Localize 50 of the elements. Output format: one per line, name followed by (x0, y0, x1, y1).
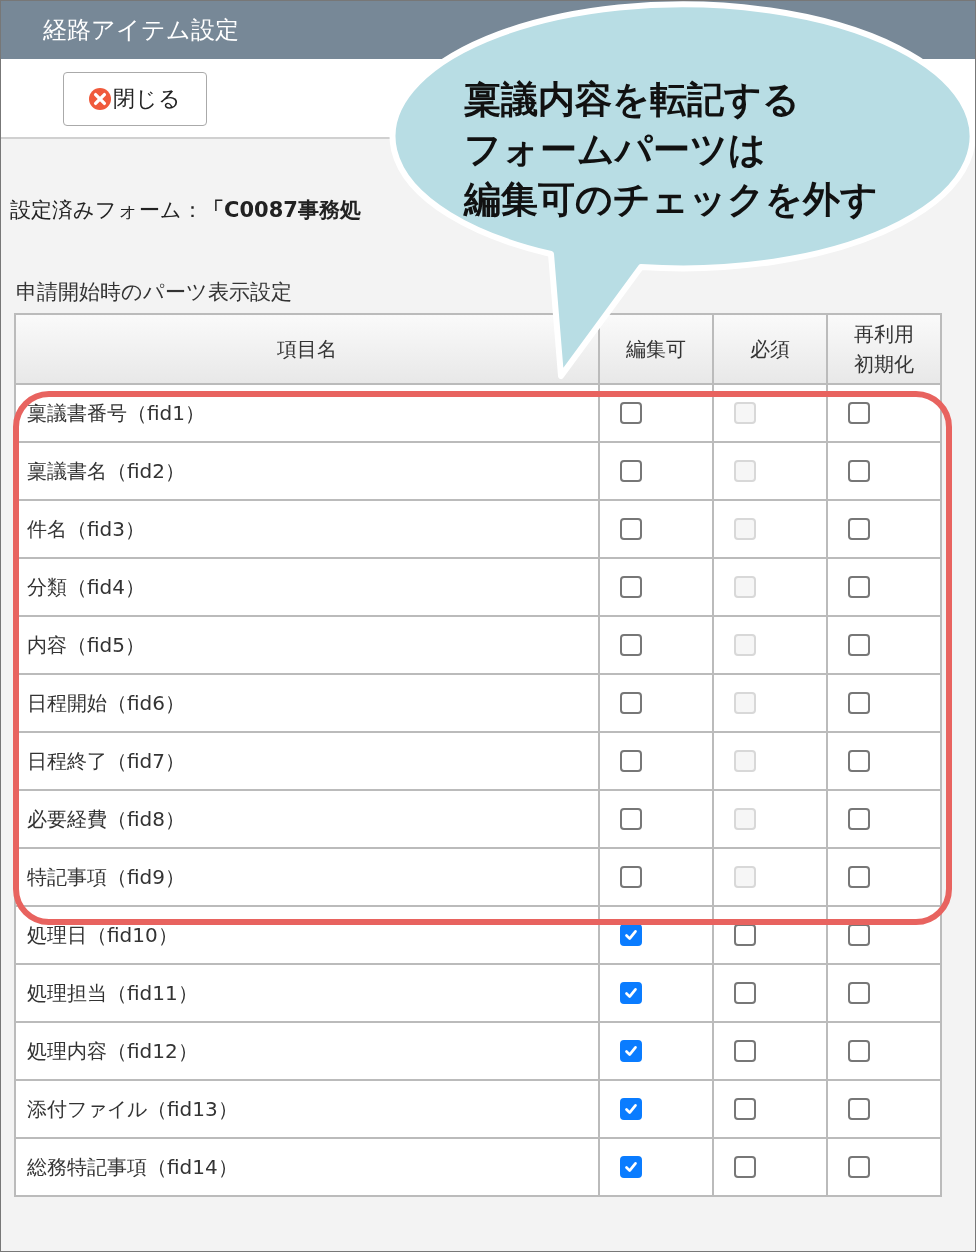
checkbox[interactable] (620, 808, 642, 830)
close-icon (89, 88, 111, 110)
table-cell: 処理担当（fid11） (15, 964, 599, 1022)
checkbox[interactable] (848, 402, 870, 424)
checkbox[interactable] (848, 576, 870, 598)
column-header: 編集可 (599, 314, 713, 384)
column-header: 項目名 (15, 314, 599, 384)
checkbox[interactable] (848, 518, 870, 540)
checkbox[interactable] (620, 1040, 642, 1062)
checkbox[interactable] (848, 460, 870, 482)
checkbox[interactable] (734, 1040, 756, 1062)
checkbox[interactable] (620, 924, 642, 946)
table-cell: 処理内容（fid12） (15, 1022, 599, 1080)
checkbox[interactable] (734, 1098, 756, 1120)
form-label: 設定済みフォーム：「C0087事務処 (10, 197, 361, 224)
checkbox[interactable] (620, 518, 642, 540)
window-title: 経路アイテム設定 (43, 15, 239, 46)
checkbox[interactable] (734, 982, 756, 1004)
checkbox[interactable] (620, 634, 642, 656)
table-cell: 処理日（fid10） (15, 906, 599, 964)
callout-text: 稟議内容を転記する フォームパーツは 編集可のチェックを外す (464, 77, 878, 223)
checkbox[interactable] (620, 460, 642, 482)
checkbox[interactable] (848, 924, 870, 946)
checkbox[interactable] (620, 1098, 642, 1120)
checkbox[interactable] (848, 634, 870, 656)
table-cell: 特記事項（fid9） (15, 848, 599, 906)
checkbox[interactable] (848, 692, 870, 714)
checkbox[interactable] (620, 576, 642, 598)
checkbox[interactable] (848, 866, 870, 888)
checkbox[interactable] (620, 692, 642, 714)
checkbox[interactable] (848, 1156, 870, 1178)
checkbox[interactable] (848, 1040, 870, 1062)
checkbox[interactable] (848, 1098, 870, 1120)
checkbox[interactable] (848, 750, 870, 772)
checkbox[interactable] (848, 808, 870, 830)
column-header: 再利用初期化 (827, 314, 941, 384)
checkbox[interactable] (620, 1156, 642, 1178)
close-button[interactable]: 閉じる (63, 72, 207, 126)
table-cell: 添付ファイル（fid13） (15, 1080, 599, 1138)
table-cell: 稟議書番号（fid1） (15, 384, 599, 442)
checkbox[interactable] (848, 982, 870, 1004)
checkbox[interactable] (620, 402, 642, 424)
checkbox[interactable] (734, 1156, 756, 1178)
table-cell: 総務特記事項（fid14） (15, 1138, 599, 1196)
column-header: 必須 (713, 314, 827, 384)
section-title: 申請開始時のパーツ表示設定 (16, 279, 293, 306)
checkbox[interactable] (734, 924, 756, 946)
checkbox[interactable] (620, 982, 642, 1004)
checkbox[interactable] (620, 750, 642, 772)
checkbox[interactable] (620, 866, 642, 888)
